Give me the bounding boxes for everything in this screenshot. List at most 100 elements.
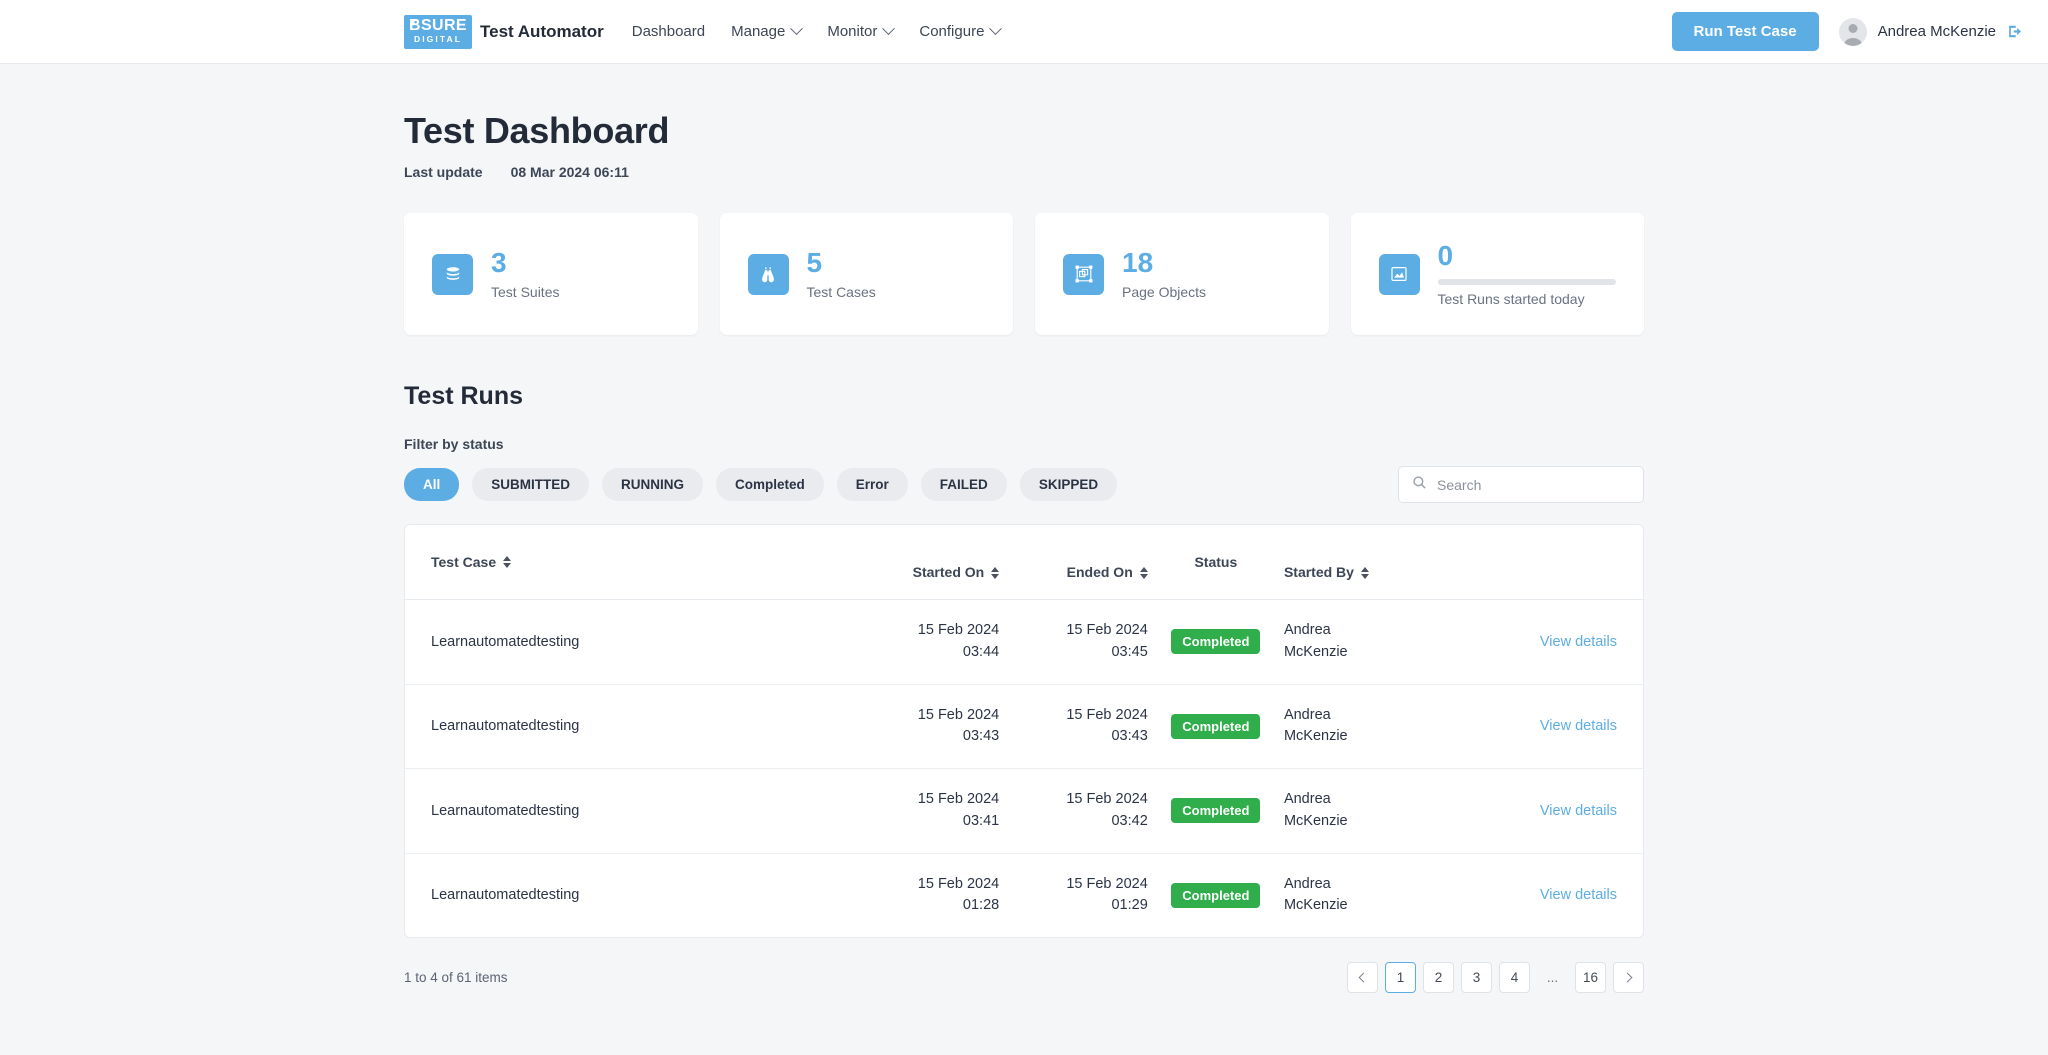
logo-secondary-text: DIGITAL	[413, 34, 463, 44]
table-header-row: Test Case Started On Ended On Status Sta…	[405, 525, 1643, 600]
cell-test-case: Learnautomatedtesting	[405, 684, 814, 769]
logout-icon[interactable]	[2007, 23, 2024, 40]
table-row[interactable]: Learnautomatedtesting 15 Feb 2024 03:43 …	[405, 684, 1643, 769]
cell-status: Completed	[1148, 853, 1284, 937]
filter-pill-submitted[interactable]: SUBMITTED	[472, 468, 590, 501]
table-row[interactable]: Learnautomatedtesting 15 Feb 2024 03:44 …	[405, 599, 1643, 685]
pagination-prev-button[interactable]	[1347, 962, 1378, 993]
filter-pill-running[interactable]: RUNNING	[602, 468, 704, 501]
cell-started-on: 15 Feb 2024 03:41	[813, 768, 1000, 854]
nav-item-label: Monitor	[827, 23, 878, 40]
table-head: Test Case Started On Ended On Status Sta…	[405, 525, 1643, 600]
chevron-right-icon	[1622, 972, 1633, 983]
user-name-label: Andrea McKenzie	[1877, 23, 1996, 40]
brand-title: Test Automator	[480, 21, 604, 41]
run-test-case-button[interactable]: Run Test Case	[1671, 12, 1819, 51]
cell-status: Completed	[1147, 768, 1284, 854]
nav-item-configure[interactable]: Configure	[919, 22, 1003, 40]
cell-actions: View details	[1445, 853, 1643, 937]
pagination-page-2[interactable]: 2	[1423, 962, 1454, 993]
sort-icon[interactable]	[1139, 566, 1148, 579]
nav-item-manage[interactable]: Manage	[731, 22, 804, 40]
table-row[interactable]: Learnautomatedtesting 15 Feb 2024 01:28 …	[405, 853, 1643, 937]
logo-primary-text: BSURE	[408, 17, 467, 34]
navbar-right: Run Test Case Andrea McKenzie	[1671, 12, 2025, 51]
column-header-started-by[interactable]: Started By	[1283, 525, 1445, 600]
pagination-page-3[interactable]: 3	[1461, 962, 1492, 993]
cell-actions: View details	[1444, 684, 1643, 769]
page-title: Test Dashboard	[404, 110, 670, 151]
view-details-link[interactable]: View details	[1540, 634, 1617, 650]
cell-started-by: Andrea McKenzie	[1283, 768, 1445, 854]
sort-icon[interactable]	[991, 566, 1000, 579]
stat-label: Test Cases	[806, 283, 876, 300]
section-title-test-runs: Test Runs	[404, 382, 523, 410]
stat-label: Page Objects	[1122, 283, 1207, 300]
stat-card-test-suites[interactable]: 3 Test Suites	[404, 213, 698, 335]
user-menu[interactable]: Andrea McKenzie	[1838, 17, 2024, 46]
pagination-page-16[interactable]: 16	[1575, 962, 1606, 993]
view-details-link[interactable]: View details	[1540, 718, 1617, 734]
cell-test-case: Learnautomatedtesting	[405, 768, 814, 854]
test-runs-table: Test Case Started On Ended On Status Sta…	[405, 525, 1643, 937]
stat-value: 0	[1437, 240, 1454, 272]
stat-label: Test Runs started today	[1437, 290, 1585, 307]
chart-area-icon	[1378, 253, 1420, 295]
bsure-digital-logo[interactable]: BSURE DIGITAL	[404, 14, 472, 49]
table-row[interactable]: Learnautomatedtesting 15 Feb 2024 03:41 …	[405, 768, 1643, 854]
database-icon	[432, 253, 473, 295]
filter-pill-all[interactable]: All	[404, 468, 460, 501]
filter-by-status-label: Filter by status	[404, 436, 504, 452]
last-update-label: Last update	[404, 164, 483, 180]
column-header-started-on[interactable]: Started On	[813, 525, 1000, 600]
column-label: Test Case	[431, 554, 497, 570]
cell-started-on: 15 Feb 2024 03:44	[813, 599, 1000, 685]
status-badge: Completed	[1171, 882, 1261, 908]
stat-card-body: 18 Page Objects	[1122, 247, 1301, 300]
stat-card-body: 0 Test Runs started today	[1437, 240, 1616, 307]
search-input[interactable]	[1437, 476, 1630, 493]
nav-item-monitor[interactable]: Monitor	[827, 22, 896, 40]
chevron-left-icon	[1358, 972, 1369, 983]
nav-item-label: Configure	[919, 23, 985, 40]
search-box[interactable]	[1398, 466, 1644, 503]
last-update-line: Last update 08 Mar 2024 06:11	[404, 164, 1644, 180]
cell-started-by: Andrea McKenzie	[1283, 599, 1445, 685]
column-header-ended-on[interactable]: Ended On	[999, 525, 1148, 600]
cell-started-by: Andrea McKenzie	[1283, 684, 1445, 769]
sort-icon[interactable]	[1360, 566, 1369, 579]
column-label: Started On	[912, 564, 985, 580]
pagination-page-1[interactable]: 1	[1385, 962, 1416, 993]
pagination-next-button[interactable]	[1613, 962, 1644, 993]
view-details-link[interactable]: View details	[1540, 803, 1617, 819]
filter-pill-failed[interactable]: FAILED	[920, 468, 1007, 501]
pagination-page-4[interactable]: 4	[1499, 962, 1530, 993]
stat-card-body: 3 Test Suites	[491, 247, 670, 300]
cell-actions: View details	[1444, 599, 1643, 685]
filter-pill-skipped[interactable]: SKIPPED	[1019, 468, 1118, 501]
navbar-left: BSURE DIGITAL Test Automator Dashboard M…	[404, 14, 1026, 49]
last-update-value: 08 Mar 2024 06:11	[510, 164, 629, 180]
cell-started-by: Andrea McKenzie	[1283, 875, 1348, 914]
stat-card-test-runs-today[interactable]: 0 Test Runs started today	[1350, 213, 1644, 335]
search-icon	[1412, 475, 1427, 495]
view-details-link[interactable]: View details	[1540, 887, 1617, 903]
cell-ended-on: 15 Feb 2024 03:43	[999, 684, 1148, 769]
filter-pill-error[interactable]: Error	[836, 468, 908, 501]
page-object-icon	[1063, 253, 1104, 295]
column-header-actions	[1444, 525, 1643, 600]
chevron-down-icon	[790, 22, 804, 36]
column-header-test-case[interactable]: Test Case	[405, 525, 814, 600]
stat-card-test-cases[interactable]: 5 Test Cases	[719, 213, 1013, 335]
cell-status: Completed	[1147, 684, 1284, 769]
stat-value: 3	[491, 247, 507, 279]
top-navbar: BSURE DIGITAL Test Automator Dashboard M…	[0, 0, 2048, 64]
progress-bar	[1437, 278, 1616, 285]
nav-item-dashboard[interactable]: Dashboard	[632, 23, 705, 40]
filter-pill-completed[interactable]: Completed	[716, 468, 824, 501]
cell-ended-on: 15 Feb 2024 03:45	[999, 599, 1148, 685]
nav-item-label: Dashboard	[631, 23, 706, 40]
stat-value: 18	[1122, 247, 1154, 279]
stat-card-page-objects[interactable]: 18 Page Objects	[1035, 213, 1329, 335]
sort-icon[interactable]	[503, 556, 512, 568]
